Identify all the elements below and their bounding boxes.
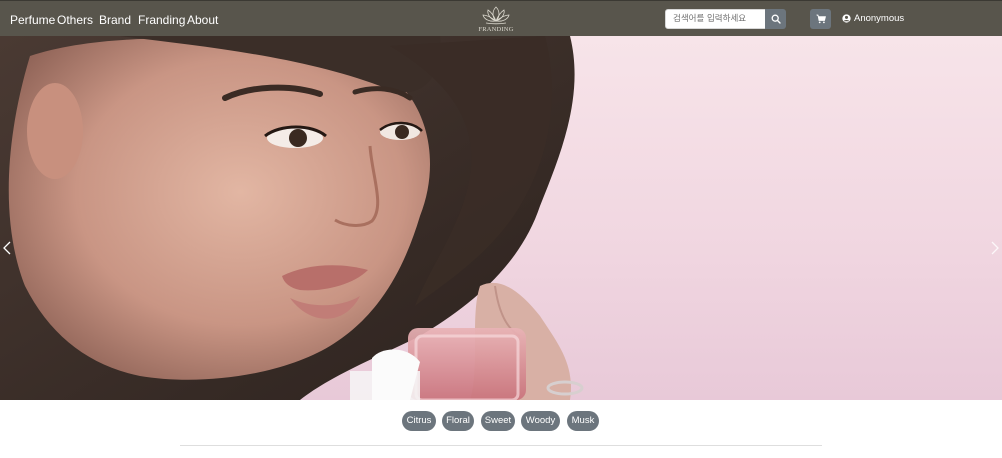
nav-link-franding[interactable]: Franding: [138, 13, 185, 27]
chevron-left-icon: [3, 241, 11, 255]
brand-logo-text: FRANDING: [478, 26, 514, 33]
tag-floral[interactable]: Floral: [442, 411, 474, 431]
tag-woody[interactable]: Woody: [521, 411, 560, 431]
tag-sweet[interactable]: Sweet: [481, 411, 515, 431]
brand-logo[interactable]: FRANDING: [478, 3, 514, 35]
user-name: Anonymous: [854, 13, 905, 24]
carousel-prev-button[interactable]: [0, 236, 14, 260]
search-button[interactable]: [765, 9, 786, 29]
nav-link-brand[interactable]: Brand: [99, 13, 131, 27]
search-icon: [771, 14, 781, 24]
section-divider: [180, 445, 822, 446]
cart-icon: [816, 14, 826, 24]
hero-carousel: [0, 36, 1002, 400]
search-input[interactable]: [665, 9, 766, 29]
tag-musk[interactable]: Musk: [567, 411, 599, 431]
chevron-right-icon: [991, 241, 999, 255]
tag-citrus[interactable]: Citrus: [402, 411, 436, 431]
nav-link-perfume[interactable]: Perfume: [10, 13, 55, 27]
user-circle-icon: [842, 14, 851, 23]
hero-image: [0, 36, 584, 400]
user-menu[interactable]: Anonymous: [842, 13, 904, 24]
nav-link-about[interactable]: About: [187, 13, 218, 27]
navbar: Perfume Others Brand Franding About FRAN…: [0, 0, 1002, 36]
nav-link-others[interactable]: Others: [57, 13, 93, 27]
cart-button[interactable]: [810, 9, 831, 29]
lotus-icon: [482, 6, 510, 25]
carousel-next-button[interactable]: [988, 236, 1002, 260]
scent-tag-list: Citrus Floral Sweet Woody Musk: [0, 411, 1002, 431]
